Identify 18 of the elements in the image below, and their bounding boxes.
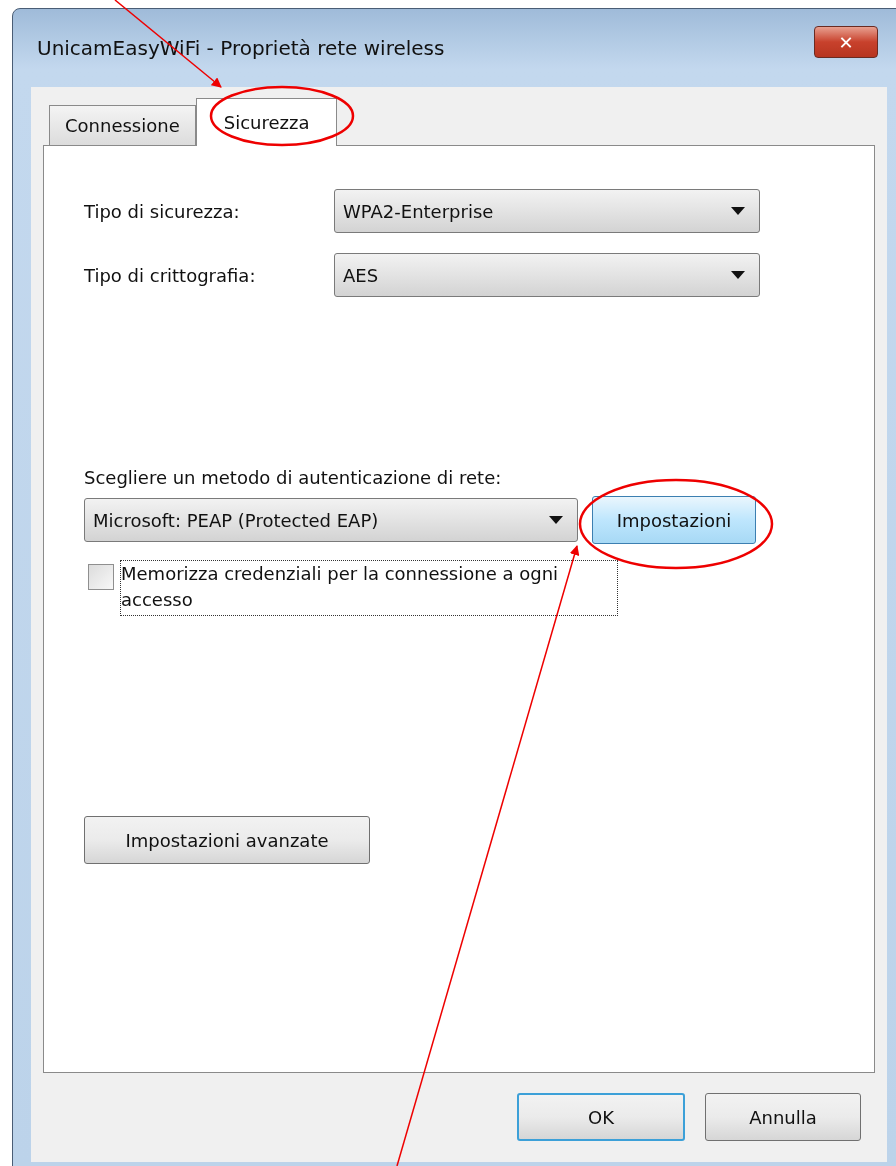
settings-button[interactable]: Impostazioni xyxy=(592,496,756,544)
checkbox-label[interactable]: Memorizza credenziali per la connessione a ogni accesso xyxy=(120,560,618,616)
dialog-button[interactable]: OK xyxy=(517,1093,685,1141)
field-label: Tipo di crittografia: xyxy=(84,264,257,286)
checkbox[interactable] xyxy=(88,564,114,590)
tab[interactable]: Connessione xyxy=(49,105,196,145)
field-label: Scegliere un metodo di autenticazione di rete: xyxy=(84,467,502,488)
tab[interactable]: Sicurezza xyxy=(195,98,338,146)
caret-icon xyxy=(731,207,745,215)
dropdown[interactable]: WPA2-Enterprise xyxy=(334,189,760,233)
field-label: Tipo di sicurezza: xyxy=(84,200,241,222)
caret-icon xyxy=(549,516,563,524)
dropdown[interactable]: Microsoft: PEAP (Protected EAP) xyxy=(84,498,578,542)
advanced-settings-button[interactable]: Impostazioni avanzate xyxy=(84,816,370,864)
dropdown[interactable]: AES xyxy=(334,253,760,297)
caret-icon xyxy=(731,271,745,279)
dialog-button[interactable]: Annulla xyxy=(705,1093,861,1141)
close-button[interactable]: ✕ xyxy=(814,26,878,58)
